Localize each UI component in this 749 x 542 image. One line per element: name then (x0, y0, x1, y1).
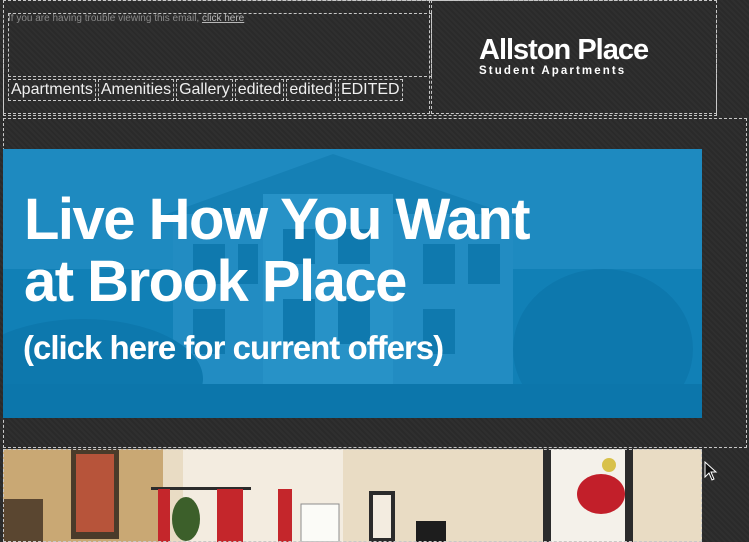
main-nav: Apartments Amenities Gallery edited edit… (8, 79, 405, 101)
preheader-text: If you are having trouble viewing this e… (8, 13, 200, 24)
logo-name: Allston Place (479, 34, 649, 66)
hero-headline: Live How You Want at Brook Place (24, 187, 531, 314)
view-in-browser-link[interactable]: click here (202, 13, 244, 24)
nav-item-apartments[interactable]: Apartments (8, 79, 96, 101)
current-offers-link[interactable]: (click here for current offers) (23, 329, 444, 367)
logo-tagline: Student Apartments (479, 65, 627, 77)
preheader-cell: If you are having trouble viewing this e… (3, 0, 432, 114)
hero-headline-line-2: at Brook Place (24, 249, 407, 314)
nav-item-amenities[interactable]: Amenities (97, 79, 175, 101)
preheader-block: If you are having trouble viewing this e… (8, 13, 432, 77)
brand-logo[interactable]: Allston Place Student Apartments (479, 34, 649, 78)
logo-cell: Allston Place Student Apartments (431, 0, 717, 114)
mouse-pointer-icon (704, 461, 718, 481)
nav-item-edited-3[interactable]: EDITED (337, 79, 403, 101)
nav-item-edited-2[interactable]: edited (286, 79, 336, 101)
nav-item-edited-1[interactable]: edited (234, 79, 285, 101)
interior-photo-cell (3, 449, 702, 542)
interior-room-photo (3, 449, 702, 542)
hero-headline-line-1: Live How You Want (24, 187, 531, 252)
nav-item-gallery[interactable]: Gallery (176, 79, 233, 101)
hero-banner[interactable]: Live How You Want at Brook Place (click … (3, 149, 702, 418)
